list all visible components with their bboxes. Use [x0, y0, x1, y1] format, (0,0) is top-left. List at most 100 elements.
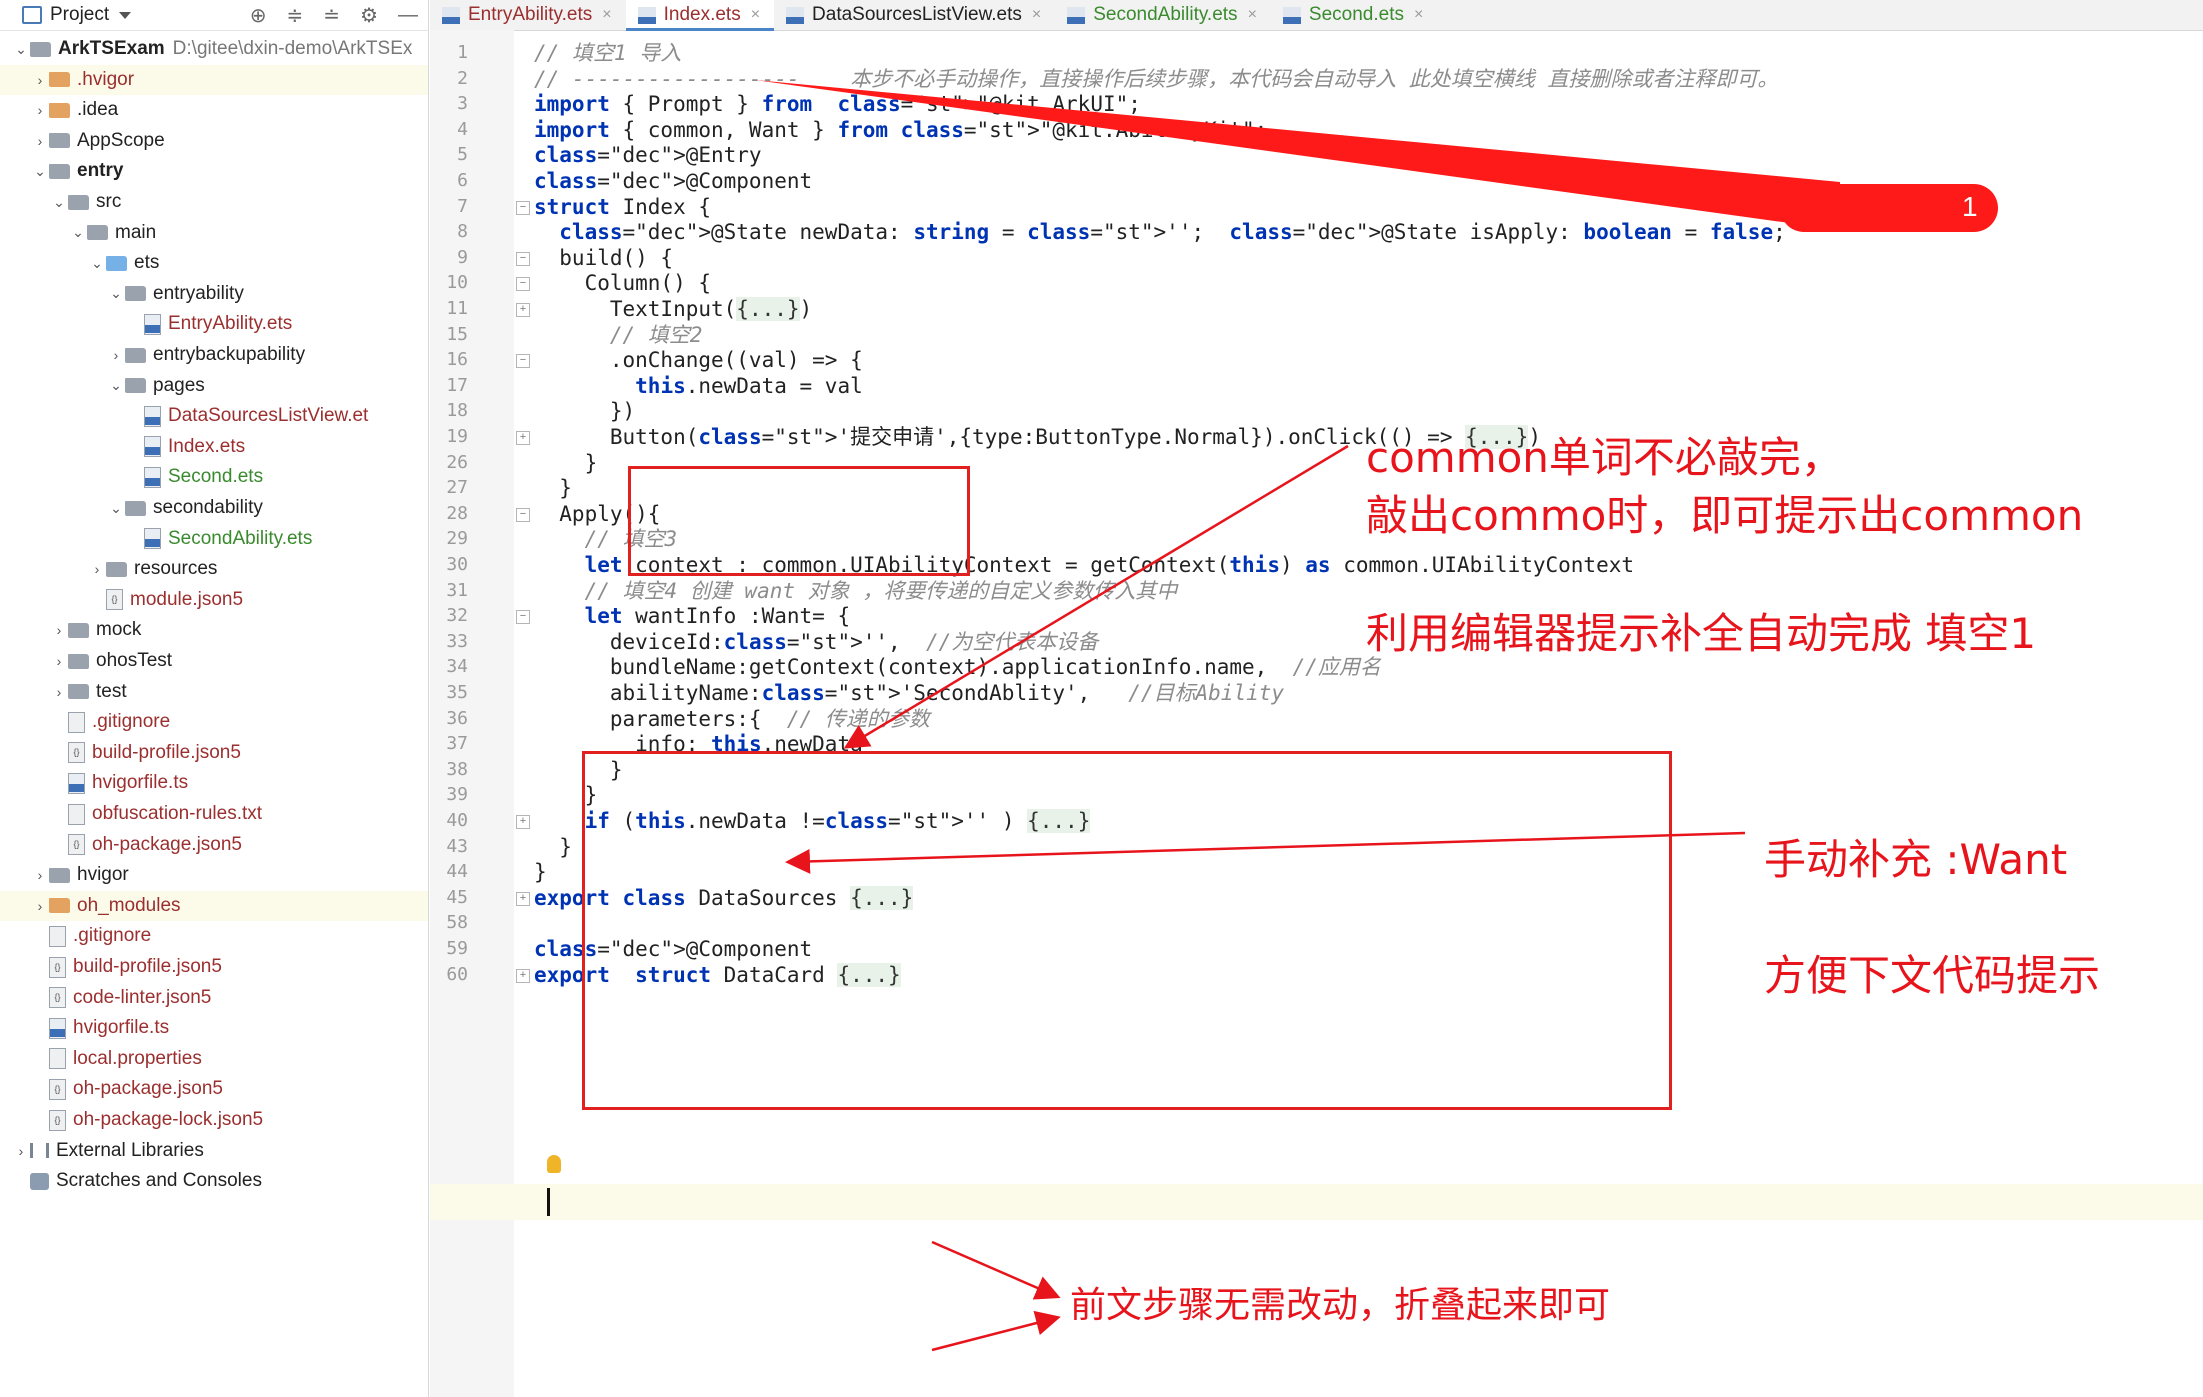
- project-panel-title: Project: [50, 4, 110, 25]
- tree-item[interactable]: ⌄ entryability: [0, 279, 428, 309]
- tree-item[interactable]: {} build-profile.json5: [0, 952, 428, 982]
- code-line[interactable]: class="dec">@State newData: string = cla…: [534, 214, 1785, 250]
- editor-tab[interactable]: SecondAbility.ets ×: [1055, 0, 1271, 30]
- tree-item[interactable]: ⌄ ets: [0, 248, 428, 278]
- tree-item[interactable]: .gitignore: [0, 921, 428, 951]
- collapse-fold-icon[interactable]: −: [516, 354, 530, 369]
- collapse-fold-icon[interactable]: −: [516, 200, 530, 215]
- expand-fold-icon[interactable]: +: [516, 815, 530, 829]
- line-number: 3: [457, 93, 468, 115]
- close-icon[interactable]: ×: [1414, 6, 1423, 24]
- ets-file-icon: [144, 528, 161, 550]
- chevron-right-icon[interactable]: ›: [50, 653, 68, 669]
- folder-icon: [125, 378, 146, 394]
- tree-item[interactable]: › resources: [0, 554, 428, 584]
- tree-item[interactable]: › mock: [0, 615, 428, 645]
- expand-fold-icon[interactable]: +: [516, 968, 530, 983]
- tree-item[interactable]: Scratches and Consoles: [0, 1166, 428, 1196]
- chevron-down-icon[interactable]: ⌄: [107, 285, 125, 302]
- collapse-fold-icon[interactable]: −: [516, 507, 530, 522]
- collapse-icon[interactable]: ≑: [287, 3, 304, 28]
- tree-item[interactable]: › oh_modules: [0, 890, 428, 921]
- close-icon[interactable]: ×: [602, 6, 611, 24]
- tree-item[interactable]: ⌄ ArkTSExam D:\gitee\dxin-demo\ArkTSEx: [0, 34, 428, 64]
- tree-item[interactable]: {} oh-package-lock.json5: [0, 1105, 428, 1135]
- tree-item[interactable]: Index.ets: [0, 432, 428, 462]
- tree-item[interactable]: {} oh-package.json5: [0, 830, 428, 860]
- tree-item[interactable]: {} module.json5: [0, 585, 428, 615]
- folder-icon: [49, 898, 70, 914]
- close-icon[interactable]: ×: [751, 6, 760, 24]
- tree-item[interactable]: ⌄ secondability: [0, 493, 428, 523]
- tree-item[interactable]: ⌄ entry: [0, 156, 428, 186]
- chevron-right-icon[interactable]: ›: [31, 102, 49, 118]
- tree-item[interactable]: {} oh-package.json5: [0, 1074, 428, 1104]
- chevron-right-icon[interactable]: ›: [31, 72, 49, 88]
- tree-item[interactable]: › ohosTest: [0, 646, 428, 676]
- folder-icon: [106, 255, 127, 271]
- chevron-down-icon[interactable]: ⌄: [107, 500, 125, 517]
- close-icon[interactable]: ×: [1248, 6, 1257, 24]
- editor-tab[interactable]: Index.ets ×: [625, 0, 775, 31]
- tree-item[interactable]: {} build-profile.json5: [0, 738, 428, 768]
- expand-fold-icon[interactable]: +: [516, 431, 530, 445]
- folder-icon: [125, 347, 146, 363]
- chevron-right-icon[interactable]: ›: [31, 133, 49, 149]
- line-number: 7: [457, 195, 468, 217]
- collapse-fold-icon[interactable]: −: [516, 277, 530, 292]
- chevron-right-icon[interactable]: ›: [50, 684, 68, 700]
- tree-item[interactable]: DataSourcesListView.et: [0, 401, 428, 431]
- expand-icon[interactable]: ≐: [323, 3, 340, 28]
- chevron-down-icon[interactable]: ⌄: [50, 194, 68, 211]
- lightbulb-icon[interactable]: [547, 1155, 561, 1173]
- tree-item[interactable]: › hvigor: [0, 860, 428, 890]
- chevron-down-icon[interactable]: ⌄: [88, 255, 106, 272]
- tree-item[interactable]: › External Libraries: [0, 1136, 428, 1166]
- tree-item[interactable]: SecondAbility.ets: [0, 524, 428, 554]
- project-view-selector[interactable]: Project: [0, 4, 132, 26]
- tree-item[interactable]: ⌄ main: [0, 218, 428, 248]
- tree-item[interactable]: EntryAbility.ets: [0, 309, 428, 339]
- chevron-right-icon[interactable]: ›: [31, 867, 49, 883]
- tree-item[interactable]: › test: [0, 677, 428, 707]
- tree-item[interactable]: obfuscation-rules.txt: [0, 799, 428, 829]
- line-number: 19: [446, 426, 468, 447]
- chevron-down-icon[interactable]: ⌄: [31, 163, 49, 180]
- minimize-icon[interactable]: —: [398, 4, 418, 27]
- folder-icon: [30, 41, 51, 57]
- target-icon[interactable]: ⊕: [250, 3, 267, 28]
- line-number: 58: [446, 912, 468, 934]
- expand-fold-icon[interactable]: +: [516, 303, 530, 317]
- chevron-down-icon[interactable]: ⌄: [12, 41, 30, 58]
- editor-tab[interactable]: EntryAbility.ets ×: [430, 0, 626, 30]
- tree-item[interactable]: {} code-linter.json5: [0, 983, 428, 1013]
- chevron-down-icon[interactable]: ⌄: [107, 377, 125, 394]
- chevron-right-icon[interactable]: ›: [50, 622, 68, 638]
- collapse-fold-icon[interactable]: −: [516, 251, 530, 266]
- gitignore-icon: [68, 711, 85, 733]
- expand-fold-icon[interactable]: +: [516, 891, 530, 906]
- chevron-right-icon[interactable]: ›: [88, 561, 106, 577]
- tree-item[interactable]: › entrybackupability: [0, 340, 428, 370]
- tree-item[interactable]: ⌄ src: [0, 187, 428, 217]
- chevron-right-icon[interactable]: ›: [31, 898, 49, 914]
- close-icon[interactable]: ×: [1032, 6, 1041, 24]
- chevron-down-icon[interactable]: ⌄: [69, 224, 87, 241]
- tree-item[interactable]: .gitignore: [0, 707, 428, 737]
- editor-tab[interactable]: Second.ets ×: [1271, 0, 1437, 30]
- tree-item[interactable]: hvigorfile.ts: [0, 1013, 428, 1043]
- tree-item[interactable]: ⌄ pages: [0, 371, 428, 401]
- project-path: D:\gitee\dxin-demo\ArkTSEx: [172, 38, 413, 59]
- chevron-right-icon[interactable]: ›: [107, 347, 125, 363]
- tree-item[interactable]: › .hvigor: [0, 64, 428, 95]
- collapse-fold-icon[interactable]: −: [516, 610, 530, 625]
- chevron-right-icon[interactable]: ›: [12, 1143, 30, 1159]
- tree-item-label: oh-package.json5: [73, 1078, 223, 1100]
- gear-icon[interactable]: ⚙: [360, 3, 378, 28]
- tree-item[interactable]: › .idea: [0, 95, 428, 125]
- tree-item[interactable]: › AppScope: [0, 126, 428, 156]
- tree-item[interactable]: Second.ets: [0, 462, 428, 492]
- tree-item[interactable]: hvigorfile.ts: [0, 768, 428, 798]
- tree-item[interactable]: local.properties: [0, 1044, 428, 1074]
- editor-tab[interactable]: DataSourcesListView.ets ×: [774, 0, 1055, 30]
